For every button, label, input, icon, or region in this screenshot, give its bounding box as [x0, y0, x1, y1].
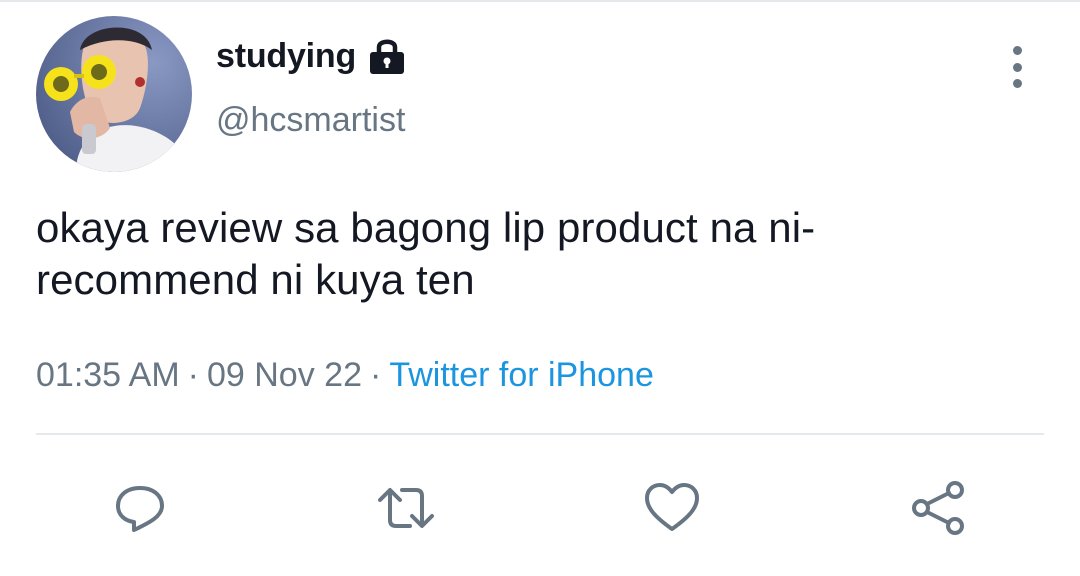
meta-separator: · — [187, 356, 199, 394]
avatar[interactable] — [36, 16, 192, 172]
tweet-date: 09 Nov 22 — [206, 356, 362, 394]
display-name[interactable]: studying — [216, 37, 356, 76]
actions-divider — [36, 433, 1044, 435]
more-options-button[interactable] — [1000, 46, 1034, 88]
tweet-card: studying @hcsmartist okaya review sa bag… — [0, 0, 1080, 576]
meta-separator: · — [369, 356, 382, 394]
user-handle[interactable]: @hcsmartist — [216, 101, 405, 140]
tweet-time: 01:35 AM — [36, 356, 180, 394]
more-dot — [1012, 46, 1022, 55]
share-icon — [912, 481, 964, 535]
more-dot — [1012, 79, 1022, 88]
tweet-meta: 01:35 AM · 09 Nov 22 · Twitter for iPhone — [36, 356, 654, 395]
lock-icon — [368, 36, 406, 76]
retweet-button[interactable] — [376, 478, 436, 538]
tweet-text: okaya review sa bagong lip product na ni… — [36, 204, 816, 303]
share-button[interactable] — [908, 478, 968, 538]
comment-icon — [116, 486, 164, 532]
like-button[interactable] — [642, 478, 702, 538]
tweet-source-link[interactable]: Twitter for iPhone — [389, 356, 654, 394]
reply-button[interactable] — [110, 478, 170, 538]
retweet-icon — [378, 488, 434, 528]
more-dot — [1012, 62, 1022, 72]
top-divider — [0, 0, 1080, 2]
display-name-row: studying — [216, 36, 406, 76]
avatar-photo — [36, 16, 192, 172]
heart-icon — [645, 483, 699, 531]
